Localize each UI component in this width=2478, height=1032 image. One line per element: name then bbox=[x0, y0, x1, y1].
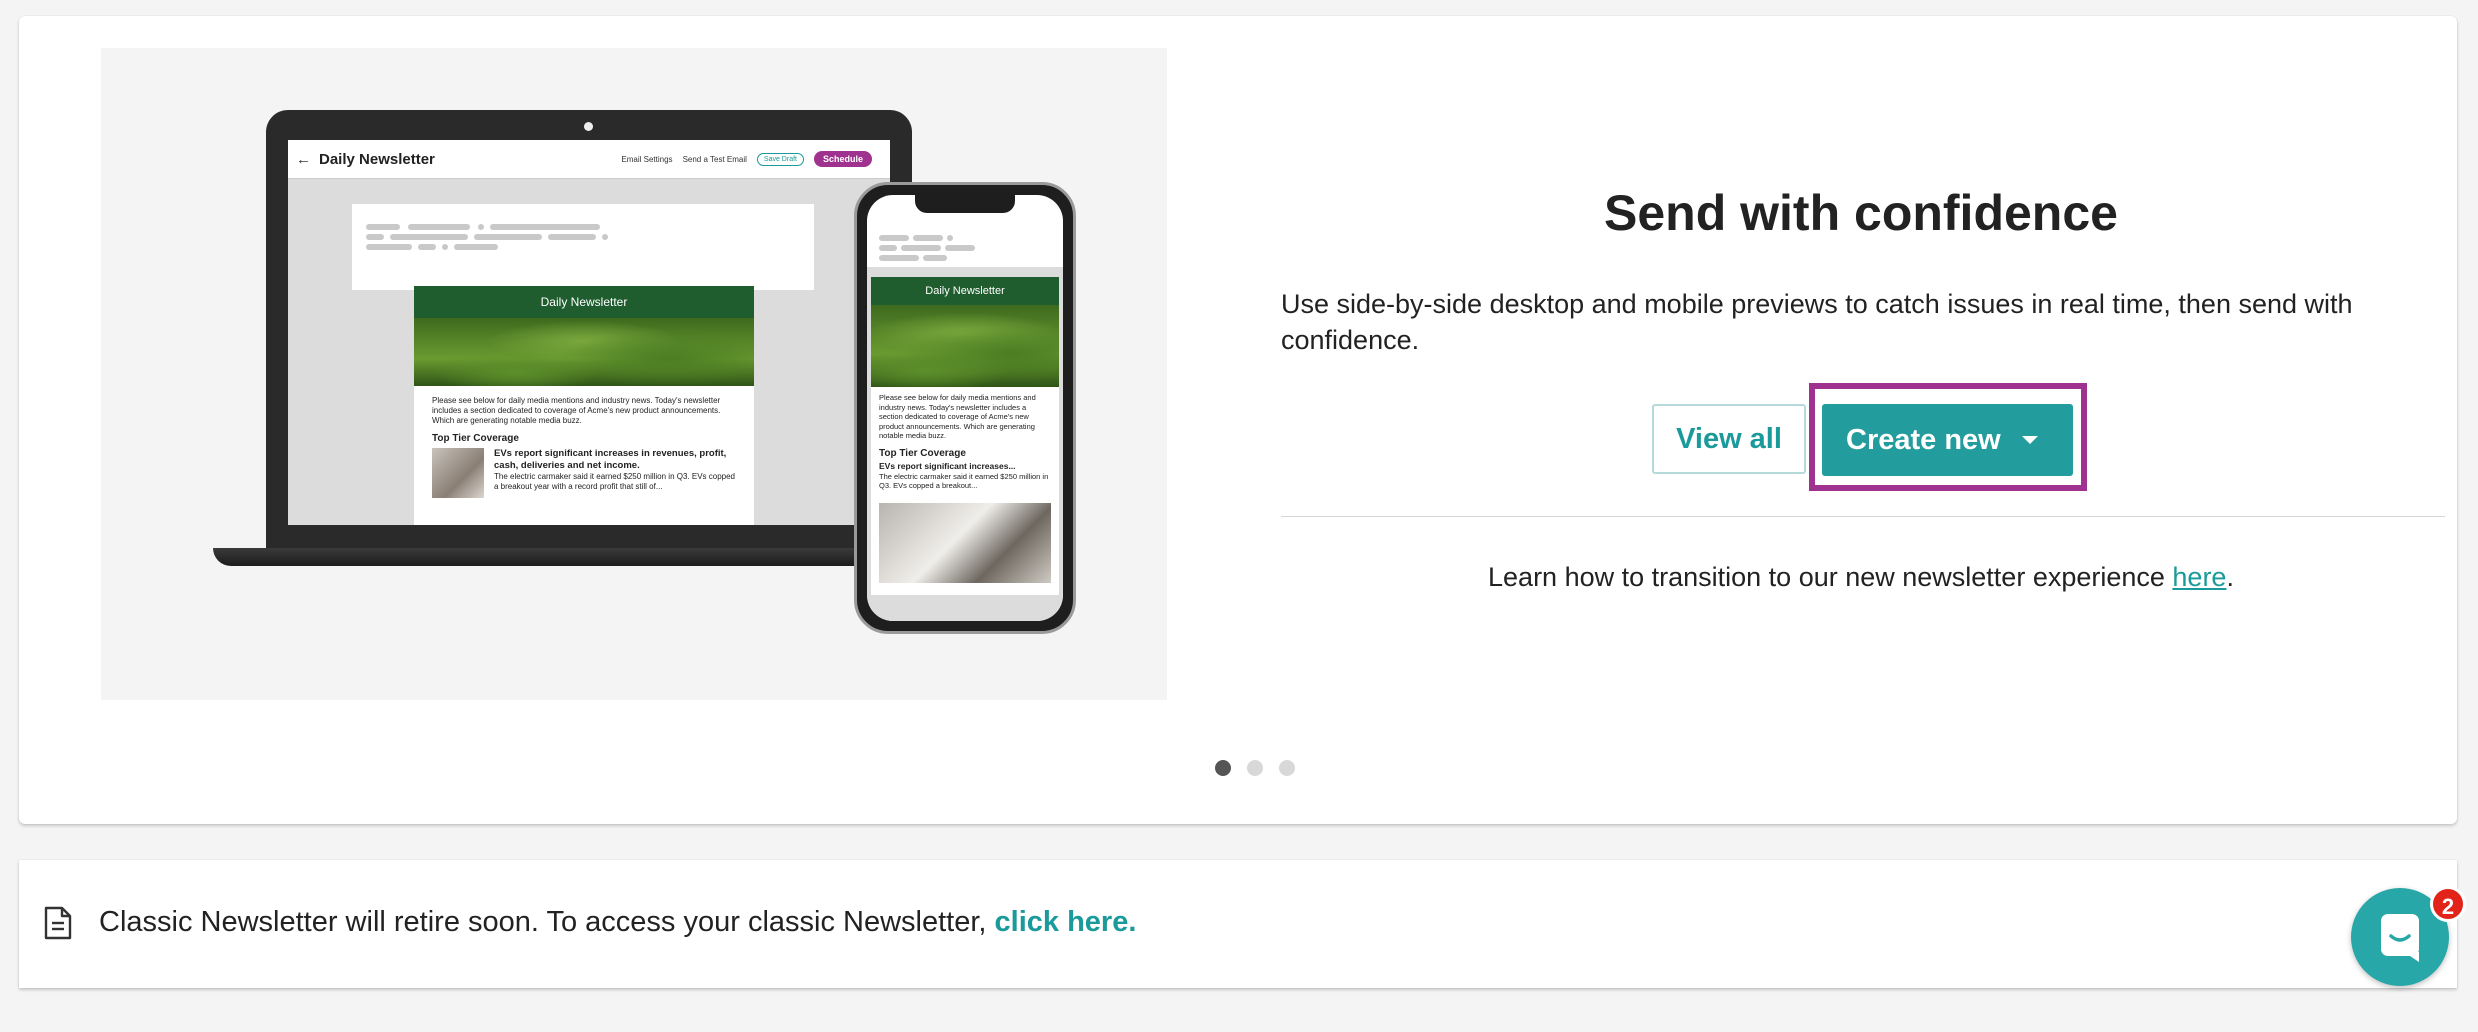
save-draft-pill: Save Draft bbox=[756, 152, 804, 166]
carousel-dot-1[interactable] bbox=[1215, 760, 1231, 776]
view-all-button[interactable]: View all bbox=[1652, 404, 1806, 474]
learn-here-link[interactable]: here bbox=[2172, 562, 2226, 592]
hills-image bbox=[414, 318, 754, 386]
carousel-dot-2[interactable] bbox=[1247, 760, 1263, 776]
notice-message: Classic Newsletter will retire soon. To … bbox=[99, 906, 995, 938]
laptop-newsletter-title: Daily Newsletter bbox=[319, 150, 435, 168]
document-icon bbox=[44, 906, 72, 940]
divider bbox=[1281, 516, 2445, 517]
create-new-label: Create new bbox=[1846, 424, 2001, 456]
classic-click-here-link[interactable]: click here. bbox=[995, 906, 1137, 938]
classic-retire-notice: Classic Newsletter will retire soon. To … bbox=[19, 860, 2457, 988]
promo-headline: Send with confidence bbox=[1604, 185, 2118, 241]
preview-illustration: ← Daily Newsletter Email Settings Send a… bbox=[101, 48, 1167, 700]
notice-text: Classic Newsletter will retire soon. To … bbox=[99, 906, 1136, 939]
laptop-base bbox=[213, 548, 965, 566]
phone-article-snippet: The electric carmaker said it earned $25… bbox=[879, 471, 1049, 491]
learn-suffix: . bbox=[2226, 562, 2234, 592]
chat-unread-badge: 2 bbox=[2430, 886, 2466, 922]
create-new-button[interactable]: Create new bbox=[1822, 404, 2073, 476]
promo-card: ← Daily Newsletter Email Settings Send a… bbox=[19, 16, 2457, 824]
article-thumbnail bbox=[432, 448, 484, 498]
promo-description: Use side-by-side desktop and mobile prev… bbox=[1281, 289, 2353, 355]
phone-newsletter-header: Daily Newsletter bbox=[871, 277, 1059, 305]
phone-illustration: Daily Newsletter Please see below for da… bbox=[854, 182, 1076, 634]
email-settings-label: Email Settings bbox=[621, 154, 673, 164]
learn-more-text: Learn how to transition to our new newsl… bbox=[1267, 562, 2455, 593]
phone-article-photo bbox=[879, 502, 1051, 583]
back-arrow-icon: ← bbox=[296, 150, 311, 168]
laptop-illustration: ← Daily Newsletter Email Settings Send a… bbox=[266, 110, 912, 550]
carousel-dots bbox=[1215, 760, 1295, 776]
caret-down-icon[interactable] bbox=[2022, 436, 2038, 444]
phone-article-title: EVs report significant increases... bbox=[879, 461, 1016, 471]
newsletter-intro: Please see below for daily media mention… bbox=[432, 396, 721, 425]
phone-hills-image bbox=[871, 305, 1059, 387]
section-title: Top Tier Coverage bbox=[432, 433, 519, 444]
newsletter-header: Daily Newsletter bbox=[414, 286, 754, 318]
learn-text: Learn how to transition to our new newsl… bbox=[1488, 562, 2173, 592]
phone-section-title: Top Tier Coverage bbox=[879, 447, 966, 459]
carousel-dot-3[interactable] bbox=[1279, 760, 1295, 776]
phone-newsletter-intro: Please see below for daily media mention… bbox=[879, 393, 1036, 440]
send-test-label: Send a Test Email bbox=[682, 154, 747, 164]
schedule-pill: Schedule bbox=[813, 151, 872, 167]
